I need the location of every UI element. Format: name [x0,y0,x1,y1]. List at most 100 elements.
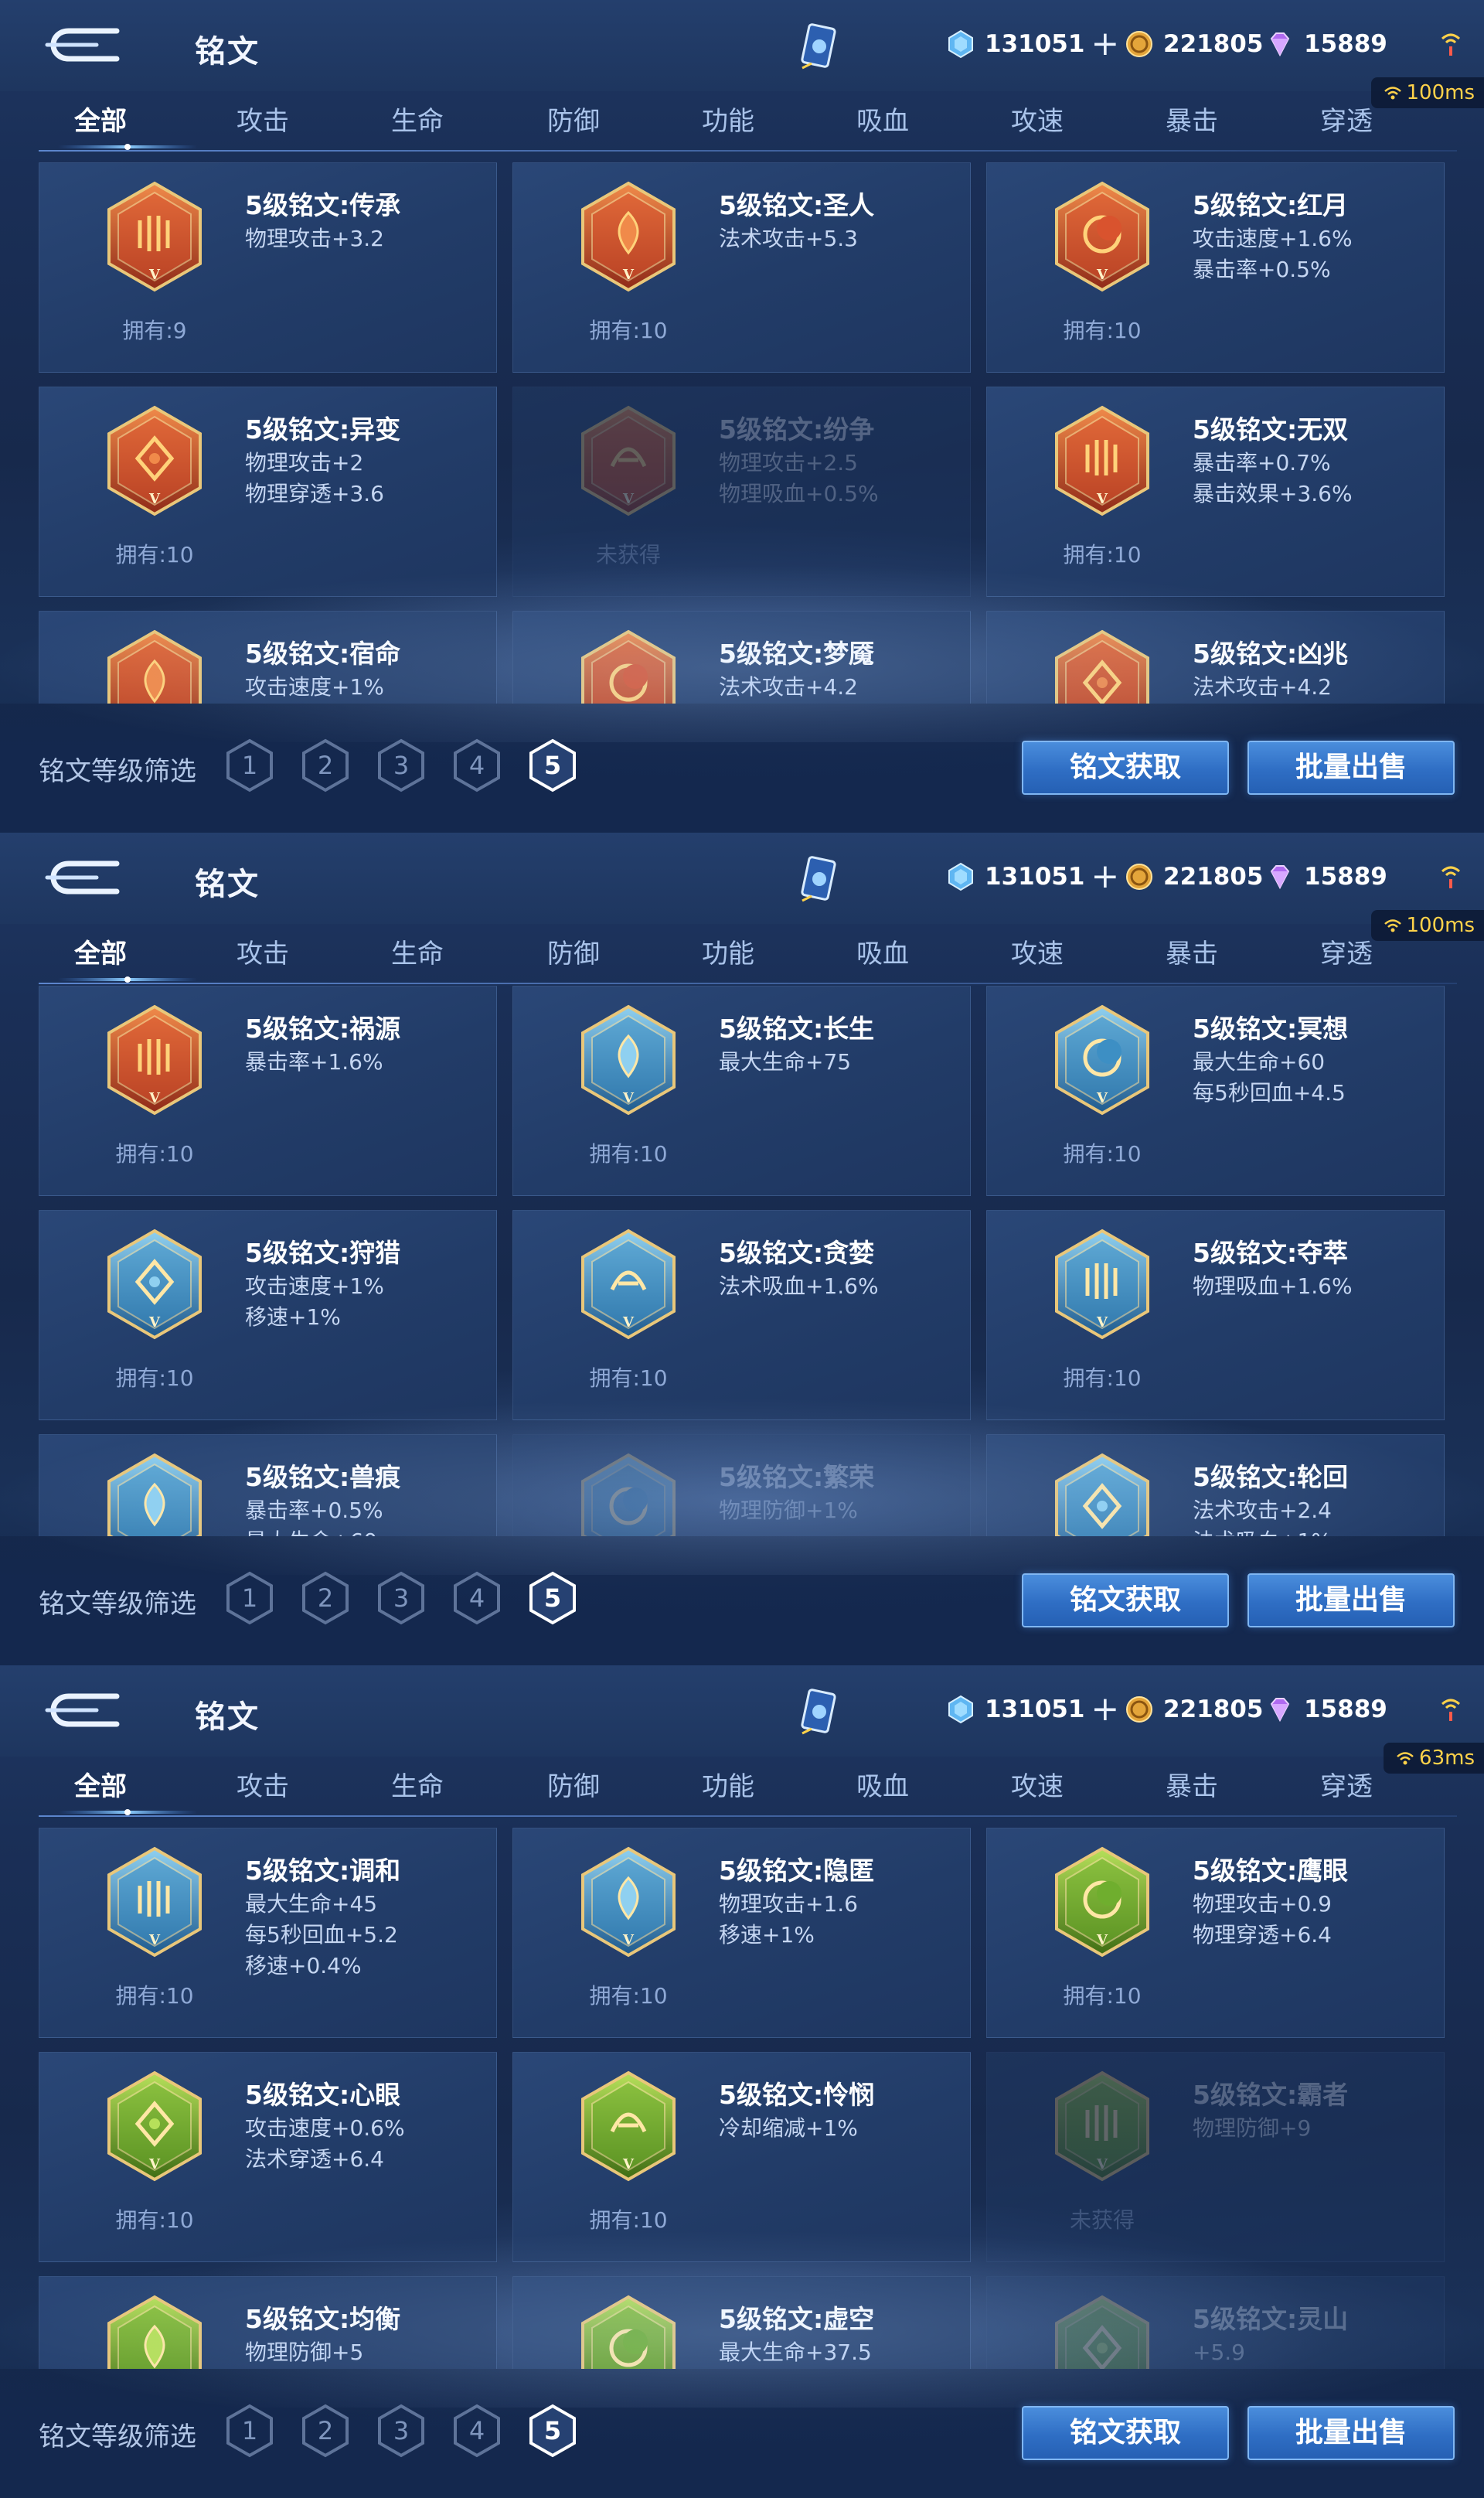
inscription-card[interactable]: V拥有:105级铭文:鹰眼物理攻击+0.9物理穿透+6.4 [986,1828,1445,2038]
tab-5[interactable]: 吸血 [821,1757,945,1817]
tab-8[interactable]: 穿透 [1285,924,1408,984]
inscription-card[interactable]: V5级铭文:虚空最大生命+37.5 [512,2276,971,2369]
inscription-grid[interactable]: V拥有:105级铭文:祸源暴击率+1.6%V拥有:105级铭文:长生最大生命+7… [39,986,1445,1536]
inscription-card[interactable]: V拥有:105级铭文:圣人法术攻击+5.3 [512,162,971,373]
bulk-sell-button[interactable]: 批量出售 [1247,1573,1455,1627]
get-inscription-button[interactable]: 铭文获取 [1022,1573,1229,1627]
inscription-stats: 物理攻击+3.2 [245,223,384,254]
inscription-card-icon[interactable] [796,1685,842,1740]
inscription-card[interactable]: V5级铭文:灵山+5.9 [986,2276,1445,2369]
level-filter-1[interactable]: 1 [220,736,279,795]
level-filter-4[interactable]: 4 [448,1569,506,1627]
inscription-card[interactable]: V5级铭文:兽痕暴击率+0.5%最大生命+60 [39,1434,497,1536]
inscription-card[interactable]: V拥有:105级铭文:心眼攻击速度+0.6%法术穿透+6.4 [39,2052,497,2262]
inscription-card[interactable]: V拥有:105级铭文:无双暴击率+0.7%暴击效果+3.6% [986,387,1445,597]
add-currency-button[interactable]: + [1091,32,1119,56]
level-filter-5[interactable]: 5 [523,1569,582,1627]
tab-8[interactable]: 穿透 [1285,91,1408,152]
crystal-icon [946,862,975,891]
inscription-card[interactable]: V5级铭文:梦魇法术攻击+4.2 [512,611,971,704]
tab-3[interactable]: 防御 [512,924,635,984]
tab-6[interactable]: 攻速 [975,91,1099,152]
inscription-card[interactable]: V拥有:105级铭文:冥想最大生命+60每5秒回血+4.5 [986,986,1445,1196]
gem-currency: 131051 + [946,29,1119,59]
tab-5[interactable]: 吸血 [821,91,945,152]
level-filter-1[interactable]: 1 [220,2401,279,2460]
inscription-card[interactable]: V拥有:105级铭文:长生最大生命+75 [512,986,971,1196]
inscription-card-icon[interactable] [796,20,842,74]
inscription-card[interactable]: V5级铭文:宿命攻击速度+1% [39,611,497,704]
tab-2[interactable]: 生命 [356,1757,479,1817]
inscription-card-icon[interactable] [796,853,842,907]
tab-4[interactable]: 功能 [666,91,790,152]
tab-1[interactable]: 攻击 [201,1757,325,1817]
tab-8[interactable]: 穿透 [1285,1757,1408,1817]
owned-count: 拥有:10 [39,1361,270,1392]
inscription-card[interactable]: V未获得5级铭文:霸者物理防御+9 [986,2052,1445,2262]
inscription-card[interactable]: V拥有:105级铭文:狩猎攻击速度+1%移速+1% [39,1210,497,1420]
inscription-stats: 法术攻击+2.4法术吸血+1% [1193,1495,1332,1536]
tab-6[interactable]: 攻速 [975,1757,1099,1817]
inscription-card[interactable]: V未获得5级铭文:纷争物理攻击+2.5物理吸血+0.5% [512,387,971,597]
tab-4[interactable]: 功能 [666,1757,790,1817]
inscription-card[interactable]: V拥有:105级铭文:贪婪法术吸血+1.6% [512,1210,971,1420]
level-filter-1[interactable]: 1 [220,1569,279,1627]
tab-6[interactable]: 攻速 [975,924,1099,984]
add-currency-button[interactable]: + [1091,865,1119,888]
inscription-card[interactable]: V拥有:105级铭文:调和最大生命+45每5秒回血+5.2移速+0.4% [39,1828,497,2038]
back-arrow-icon[interactable] [43,1690,128,1730]
active-tab-underline [58,1808,197,1817]
inscription-card[interactable]: V5级铭文:繁荣物理防御+1% [512,1434,971,1536]
tab-7[interactable]: 暴击 [1130,1757,1254,1817]
level-filter-2[interactable]: 2 [296,2401,355,2460]
get-inscription-button[interactable]: 铭文获取 [1022,2406,1229,2460]
tab-2[interactable]: 生命 [356,924,479,984]
level-filter-3[interactable]: 3 [372,2401,431,2460]
tab-1[interactable]: 攻击 [201,91,325,152]
inscription-card[interactable]: V拥有:105级铭文:怜悯冷却缩减+1% [512,2052,971,2262]
inscription-card[interactable]: V5级铭文:凶兆法术攻击+4.2 [986,611,1445,704]
level-filter-4[interactable]: 4 [448,736,506,795]
tab-1[interactable]: 攻击 [201,924,325,984]
inscription-grid[interactable]: V拥有:105级铭文:调和最大生命+45每5秒回血+5.2移速+0.4%V拥有:… [39,1828,1445,2369]
tab-5[interactable]: 吸血 [821,924,945,984]
level-filter-5[interactable]: 5 [523,736,582,795]
category-tabs: 全部攻击生命防御功能吸血攻速暴击穿透 [39,1757,1457,1817]
inscription-stats: 法术攻击+4.2 [719,672,858,703]
tab-3[interactable]: 防御 [512,91,635,152]
svg-text:V: V [148,2156,161,2173]
gem-currency: 131051 + [946,862,1119,891]
tab-2[interactable]: 生命 [356,91,479,152]
tab-7[interactable]: 暴击 [1130,91,1254,152]
gold-coin-icon [1125,862,1154,891]
inscription-card[interactable]: V拥有:105级铭文:异变物理攻击+2物理穿透+3.6 [39,387,497,597]
bulk-sell-button[interactable]: 批量出售 [1247,741,1455,795]
bulk-sell-button[interactable]: 批量出售 [1247,2406,1455,2460]
gold-coin-icon [1125,1695,1154,1724]
level-filter-4[interactable]: 4 [448,2401,506,2460]
inscription-card[interactable]: V拥有:105级铭文:隐匿物理攻击+1.6移速+1% [512,1828,971,2038]
level-filter-3[interactable]: 3 [372,1569,431,1627]
back-arrow-icon[interactable] [43,857,128,898]
level-filter-2[interactable]: 2 [296,736,355,795]
get-inscription-button[interactable]: 铭文获取 [1022,741,1229,795]
tab-3[interactable]: 防御 [512,1757,635,1817]
owned-count: 未获得 [513,538,744,569]
level-filter-2[interactable]: 2 [296,1569,355,1627]
tab-4[interactable]: 功能 [666,924,790,984]
back-arrow-icon[interactable] [43,25,128,65]
level-filter-label: 铭文等级筛选 [39,1583,196,1620]
stat-line: 攻击速度+0.6% [245,2113,405,2144]
add-currency-button[interactable]: + [1091,1698,1119,1721]
signal-icon [1439,1693,1462,1724]
tab-7[interactable]: 暴击 [1130,924,1254,984]
inscription-card[interactable]: V拥有:95级铭文:传承物理攻击+3.2 [39,162,497,373]
inscription-card[interactable]: V拥有:105级铭文:红月攻击速度+1.6%暴击率+0.5% [986,162,1445,373]
inscription-grid[interactable]: V拥有:95级铭文:传承物理攻击+3.2V拥有:105级铭文:圣人法术攻击+5.… [39,162,1445,704]
inscription-card[interactable]: V5级铭文:均衡物理防御+5 [39,2276,497,2369]
level-filter-3[interactable]: 3 [372,736,431,795]
inscription-card[interactable]: V拥有:105级铭文:夺萃物理吸血+1.6% [986,1210,1445,1420]
inscription-card[interactable]: V5级铭文:轮回法术攻击+2.4法术吸血+1% [986,1434,1445,1536]
inscription-card[interactable]: V拥有:105级铭文:祸源暴击率+1.6% [39,986,497,1196]
level-filter-5[interactable]: 5 [523,2401,582,2460]
